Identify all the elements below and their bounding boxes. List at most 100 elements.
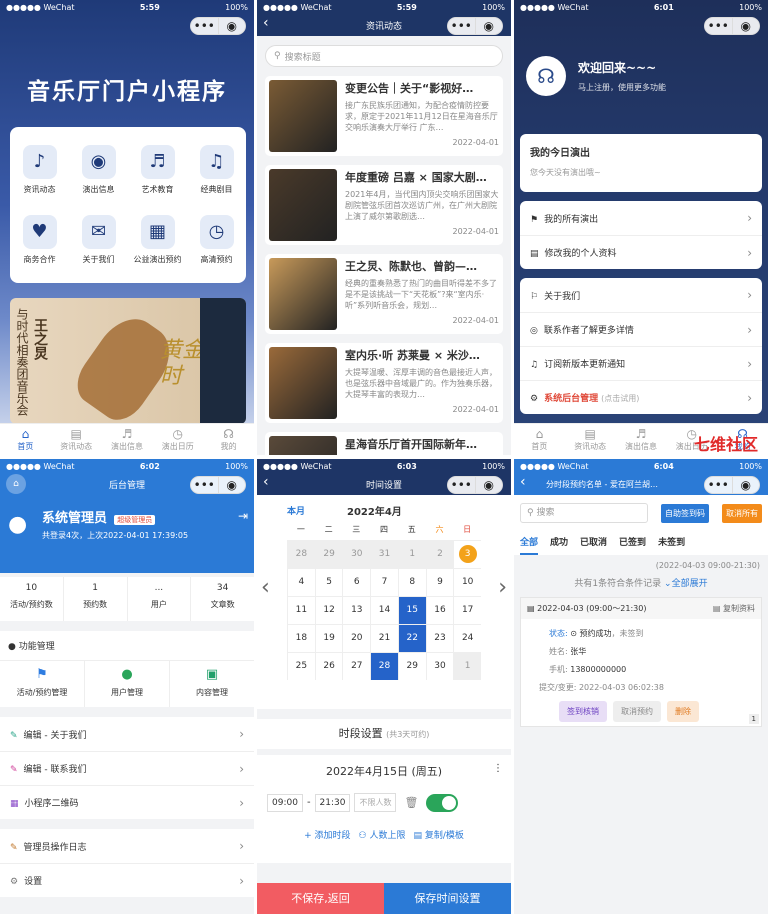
calendar-day[interactable]: 29 xyxy=(397,653,426,680)
calendar-day[interactable]: 28 xyxy=(287,541,315,568)
tab-item[interactable]: ▤ 资讯动态 xyxy=(51,424,102,455)
more-icon[interactable]: ••• xyxy=(705,18,732,34)
prev-month-icon[interactable]: ‹ xyxy=(261,575,270,600)
calendar-day[interactable]: 31 xyxy=(370,541,398,568)
grid-item[interactable]: ♬ 艺术教育 xyxy=(128,135,187,205)
calendar-day[interactable]: 2 xyxy=(425,541,454,568)
back-icon[interactable]: ‹ xyxy=(263,474,269,490)
calendar-day[interactable]: 16 xyxy=(425,597,454,624)
grid-item[interactable]: ♪ 资讯动态 xyxy=(10,135,69,205)
calendar-day[interactable]: 29 xyxy=(314,541,343,568)
back-icon[interactable]: ‹ xyxy=(520,474,526,490)
card-action-button[interactable]: 签到核销 xyxy=(559,701,607,722)
delete-icon[interactable]: 🗑 xyxy=(404,796,418,809)
search-input[interactable]: ⚲ 搜索 xyxy=(520,503,648,523)
tab-item[interactable]: ⌂ 首页 xyxy=(0,424,51,455)
close-mini-icon[interactable]: ◉ xyxy=(474,477,503,493)
stat-item[interactable]: ... 用户 xyxy=(126,577,191,621)
calendar-day[interactable]: 8 xyxy=(397,569,426,596)
news-card[interactable]: 王之炅、陈默也、曾韵—… 经典的重奏熟悉了热门的曲目听得差不多了是不是该挑战一下“… xyxy=(265,254,503,334)
more-icon[interactable]: ••• xyxy=(191,18,218,34)
calendar-day[interactable]: 9 xyxy=(425,569,454,596)
calendar-day[interactable]: 1 xyxy=(397,541,426,568)
calendar-day[interactable]: 1 xyxy=(453,653,482,680)
filter-tab[interactable]: 已签到 xyxy=(619,535,646,555)
grid-item[interactable]: ◷ 高清预约 xyxy=(187,205,246,275)
calendar-day[interactable]: 3 xyxy=(453,541,481,568)
slot-action-link[interactable]: + 添加时段 xyxy=(304,828,350,841)
func-item[interactable]: ▣ 内容管理 xyxy=(169,661,254,707)
back-icon[interactable]: ‹ xyxy=(263,15,269,31)
close-mini-icon[interactable]: ◉ xyxy=(474,18,503,34)
cancel-all-button[interactable]: 取消所有 xyxy=(722,503,762,523)
news-card[interactable]: 变更公告｜关于“影视好… 接广东民族乐团通知，为配合疫情防控要求，原定于2021年… xyxy=(265,76,503,156)
menu-item[interactable]: ◎ 联系作者了解更多详情 › xyxy=(520,312,762,346)
grid-item[interactable]: ✉ 关于我们 xyxy=(69,205,128,275)
calendar-day[interactable]: 25 xyxy=(287,653,315,680)
tab-item[interactable]: ♬ 演出信息 xyxy=(102,424,153,455)
close-mini-icon[interactable]: ◉ xyxy=(731,477,760,493)
more-icon[interactable]: ••• xyxy=(448,477,475,493)
start-time-input[interactable]: 09:00 xyxy=(267,793,303,812)
capsule-menu[interactable]: ••• ◉ xyxy=(447,17,503,35)
slot-action-link[interactable]: ▤ 复制/模板 xyxy=(413,828,463,841)
calendar-day[interactable]: 24 xyxy=(453,625,481,652)
calendar-day[interactable]: 30 xyxy=(425,653,454,680)
calendar-day[interactable]: 11 xyxy=(287,597,315,624)
calendar-day[interactable]: 10 xyxy=(453,569,481,596)
checkin-code-button[interactable]: 自助签到码 xyxy=(661,503,709,523)
filter-tab[interactable]: 全部 xyxy=(520,535,539,555)
capsule-menu[interactable]: ••• ◉ xyxy=(190,17,246,35)
save-button[interactable]: 保存时间设置 xyxy=(384,883,511,914)
menu-item[interactable]: ⚙ 设置 › xyxy=(0,863,254,897)
menu-item[interactable]: ⚐ 关于我们 › xyxy=(520,278,762,312)
calendar-day[interactable]: 12 xyxy=(314,597,343,624)
menu-item[interactable]: ▤ 修改我的个人资料 › xyxy=(520,235,762,269)
calendar-day[interactable]: 28 xyxy=(370,653,398,680)
tab-item[interactable]: ☊ 我的 xyxy=(203,424,254,455)
menu-item[interactable]: ✎ 编辑 - 联系我们 › xyxy=(0,751,254,785)
cancel-button[interactable]: 不保存,返回 xyxy=(257,883,384,914)
close-mini-icon[interactable]: ◉ xyxy=(731,18,760,34)
grid-item[interactable]: ♥ 商务合作 xyxy=(10,205,69,275)
calendar-day[interactable]: 22 xyxy=(397,625,426,652)
search-input[interactable]: ⚲ 搜索标题 xyxy=(265,45,503,67)
grid-item[interactable]: ▦ 公益演出预约 xyxy=(128,205,187,275)
menu-item[interactable]: ♫ 订阅新版本更新通知 › xyxy=(520,346,762,380)
news-card[interactable]: 室内乐·听 苏莱曼 × 米沙… 大提琴温暖、浑厚丰调的音色最接近人声，也是弦乐器中… xyxy=(265,343,503,423)
avatar[interactable]: ☊ xyxy=(526,56,566,96)
tab-item[interactable]: ♬ 演出信息 xyxy=(616,424,667,455)
grid-item[interactable]: ◉ 演出信息 xyxy=(69,135,128,205)
more-icon[interactable]: ••• xyxy=(448,18,475,34)
calendar-day[interactable]: 13 xyxy=(342,597,370,624)
next-month-icon[interactable]: › xyxy=(498,575,507,600)
this-month-button[interactable]: 本月 xyxy=(287,504,305,517)
grid-item[interactable]: ♫ 经典剧目 xyxy=(187,135,246,205)
news-card[interactable]: 星海音乐厅首开国际新年… xyxy=(265,432,503,455)
filter-tab[interactable]: 未签到 xyxy=(658,535,685,555)
capsule-menu[interactable]: ••• ◉ xyxy=(190,476,246,494)
func-item[interactable]: ⚑ 活动/预约管理 xyxy=(0,661,84,707)
news-card[interactable]: 年度重磅 吕嘉 × 国家大剧… 2021年4月，当代国内顶尖交响乐团国家大剧院管弦… xyxy=(265,165,503,245)
poster-banner[interactable]: 王之炅 与时代相奏团音乐会 黄金时 xyxy=(10,298,246,424)
capsule-menu[interactable]: ••• ◉ xyxy=(704,476,760,494)
enable-toggle[interactable] xyxy=(426,793,459,812)
calendar-day[interactable]: 18 xyxy=(287,625,315,652)
capsule-menu[interactable]: ••• ◉ xyxy=(704,17,760,35)
calendar-day[interactable]: 30 xyxy=(342,541,371,568)
card-action-button[interactable]: 取消预约 xyxy=(613,701,661,722)
copy-info-link[interactable]: ▤ 复制资料 xyxy=(713,603,755,614)
calendar-day[interactable]: 6 xyxy=(342,569,370,596)
stat-item[interactable]: 10 活动/预约数 xyxy=(0,577,63,621)
more-icon[interactable]: ••• xyxy=(191,477,218,493)
stat-item[interactable]: 1 预约数 xyxy=(62,577,127,621)
menu-item[interactable]: ✎ 编辑 - 关于我们 › xyxy=(0,717,254,751)
card-action-button[interactable]: 删除 xyxy=(667,701,699,722)
calendar-day[interactable]: 7 xyxy=(370,569,398,596)
close-mini-icon[interactable]: ◉ xyxy=(217,477,246,493)
tab-item[interactable]: ▤ 资讯动态 xyxy=(565,424,616,455)
calendar-day[interactable]: 21 xyxy=(370,625,398,652)
func-item[interactable]: ● 用户管理 xyxy=(84,661,169,707)
calendar-day[interactable]: 26 xyxy=(314,653,343,680)
slot-action-link[interactable]: ⚇ 人数上限 xyxy=(359,828,406,841)
